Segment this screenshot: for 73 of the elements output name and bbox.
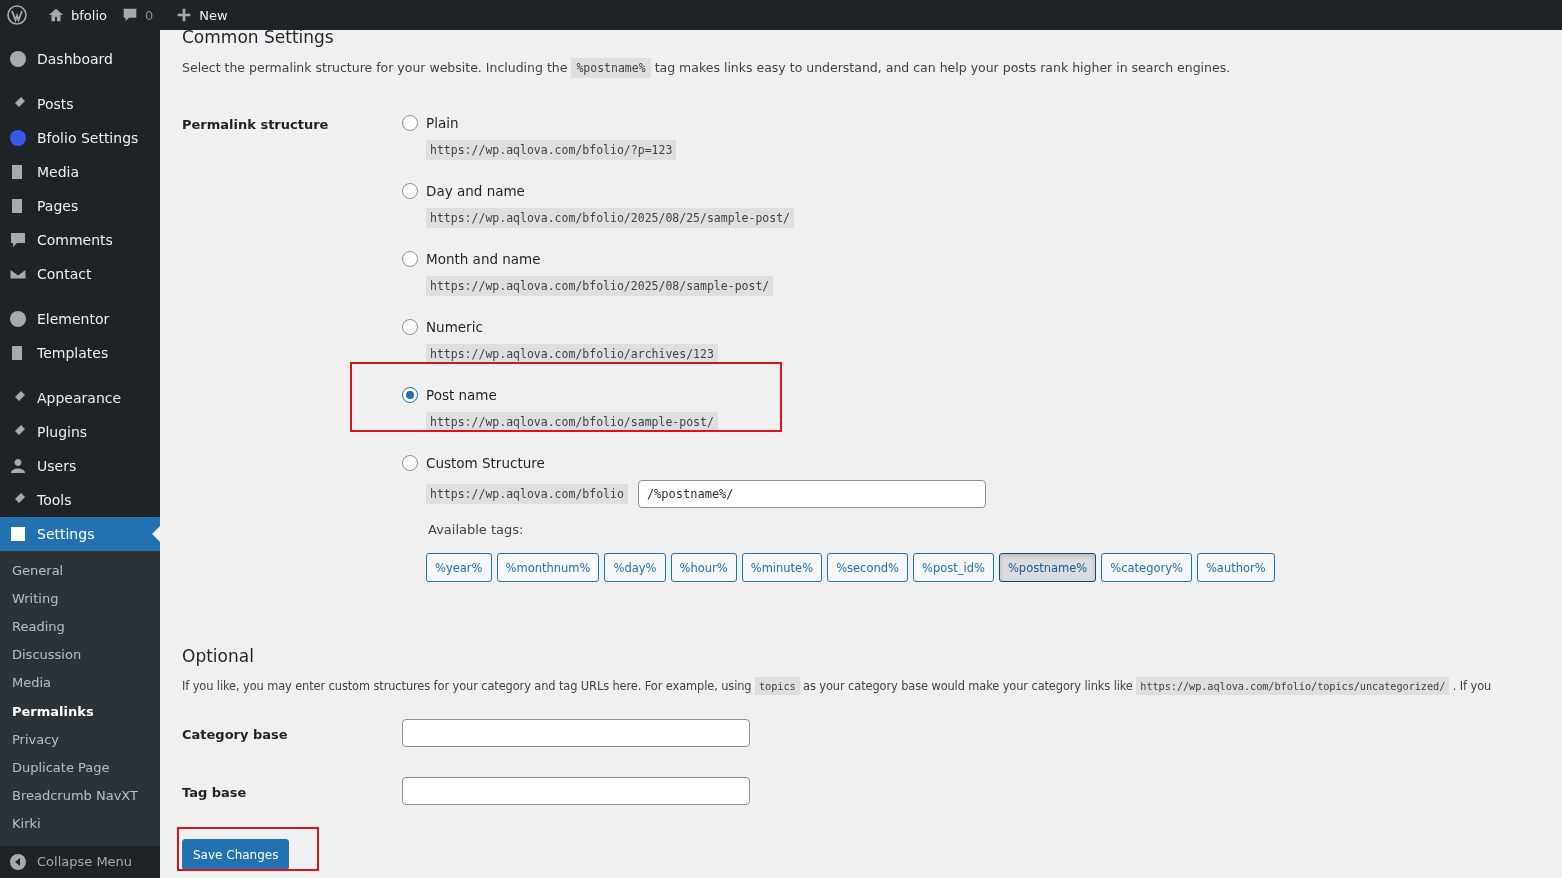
field-label: Category base [182,725,289,742]
tag-button[interactable]: %day% [604,553,666,582]
submenu-item[interactable]: General [0,556,160,585]
menu-item[interactable]: Settings [0,517,160,551]
option-label: Custom Structure [426,455,545,471]
option-label: Numeric [426,319,483,335]
menu-item[interactable]: Comments [0,223,160,257]
comment-count[interactable]: 0 [144,7,154,23]
submenu-item[interactable]: Duplicate Page [0,753,160,782]
submenu-item[interactable]: Permalinks [0,696,160,726]
field-label: Tag base [182,783,248,800]
tag-button[interactable]: %second% [827,553,908,582]
home-icon [47,6,65,24]
option-label: Post name [426,387,497,403]
tag-button[interactable]: %minute% [741,553,823,582]
option-label: Plain [426,115,459,131]
menu-item[interactable]: Plugins [0,415,160,449]
user-icon [8,456,28,476]
menu-item[interactable]: Tools [0,483,160,517]
tag-button[interactable]: %postname% [998,553,1097,582]
tag-button[interactable]: %hour% [670,553,737,582]
menu-item[interactable]: Elementor [0,302,160,336]
site-name-link[interactable]: bfolio [71,7,107,23]
custom-structure-field[interactable]: /%postname%/ [637,480,986,508]
url-example: https://wp.aqlova.com/bfolio/sample-post/ [426,412,718,432]
menu-item[interactable]: Appearance [0,381,160,415]
url-example: https://wp.aqlova.com/bfolio/?p=123 [426,140,677,160]
submenu-item[interactable]: Breadcrumb NavXT [0,781,160,810]
available-tags-label: Available tags: [428,522,525,537]
menu-item[interactable]: Contact [0,257,160,291]
submenu-item[interactable]: Media [0,668,160,697]
description-text: If you like, you may enter custom structures for your category and tag URLs here. For example, using topics as your category base would make your category links like https://wp.aqlova.com/bfolio/topics/uncategorized/ . If you [182,679,1493,693]
wordpress-logo-icon[interactable] [7,5,27,25]
new-link[interactable]: New [199,7,228,23]
radio-button[interactable] [402,183,418,199]
menu-item[interactable]: Users [0,449,160,483]
settings-icon [8,524,28,544]
input-field[interactable] [402,777,750,805]
menu-item[interactable]: Pages [0,189,160,223]
tag-button[interactable]: %monthnum% [496,553,600,582]
url-prefix: https://wp.aqlova.com/bfolio [426,484,628,504]
menu-item[interactable]: Templates [0,336,160,370]
url-example: https://wp.aqlova.com/bfolio/archives/123 [426,344,718,364]
submenu-item[interactable]: Reading [0,612,160,641]
collapse-menu-button[interactable]: Collapse Menu [0,845,160,878]
radio-button[interactable] [402,387,418,403]
submenu-item[interactable]: Writing [0,584,160,613]
description-text: Select the permalink structure for your website. Including the %postname% tag makes links easy to understand, and can help your posts rank higher in search engines. [182,60,1562,75]
tag-button[interactable]: %author% [1196,553,1275,582]
tag-button[interactable]: %year% [426,553,492,582]
url-example: https://wp.aqlova.com/bfolio/2025/08/25/sample-post/ [426,208,795,228]
radio-button[interactable] [402,251,418,267]
radio-button[interactable] [402,319,418,335]
menu-item[interactable]: Bfolio Settings [0,121,160,155]
menu-item[interactable]: Dashboard [0,42,160,76]
submenu-item[interactable]: Kirki [0,809,160,838]
comment-icon [8,230,28,250]
field-label: Permalink structure [182,116,330,134]
radio-button[interactable] [402,455,418,471]
option-label: Day and name [426,183,525,199]
section-heading: Common Settings [182,27,335,47]
menu-item[interactable]: Media [0,155,160,189]
url-example: https://wp.aqlova.com/bfolio/2025/08/sample-post/ [426,276,774,296]
submenu-item[interactable]: Discussion [0,640,160,669]
input-field[interactable] [402,719,750,747]
option-label: Month and name [426,251,541,267]
radio-button[interactable] [402,115,418,131]
menu-item[interactable]: Posts [0,87,160,121]
tag-button[interactable]: %post_id% [913,553,994,582]
section-heading: Optional [182,646,255,666]
save-changes-button[interactable]: Save Changes [182,839,290,870]
submenu-item[interactable]: Privacy [0,725,160,754]
tag-button[interactable]: %category% [1101,553,1192,582]
